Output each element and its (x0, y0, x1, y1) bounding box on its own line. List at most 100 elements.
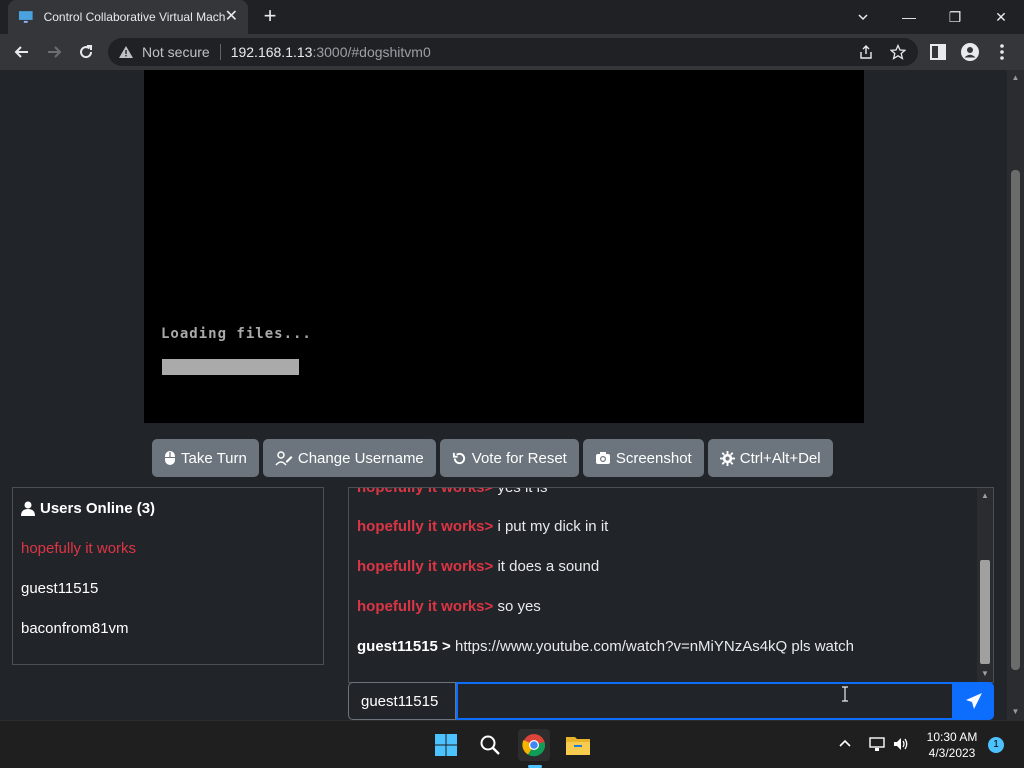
change-username-button[interactable]: Change Username (262, 439, 436, 477)
browser-tab-strip: Control Collaborative Virtual Machine ✕ … (0, 0, 1024, 34)
chat-message: hopefully it works> so yes (357, 598, 541, 615)
chat-message-text[interactable]: https://www.youtube.com/watch?v=nMiYNzAs… (455, 638, 854, 655)
tab-title: Control Collaborative Virtual Machine (43, 10, 225, 24)
restore-button[interactable]: ❐ (932, 0, 978, 34)
page-scroll-thumb[interactable] (1011, 170, 1020, 670)
users-online-panel: Users Online (3) hopefully it works gues… (12, 487, 324, 665)
chat-message-user: guest11515 > (357, 638, 451, 655)
browser-toolbar: Not secure 192.168.1.13:3000/#dogshitvm0 (0, 34, 1024, 70)
chat-message-text: yes it is (497, 487, 548, 496)
arrow-right-icon (48, 46, 62, 58)
notification-badge[interactable]: 1 (988, 737, 1004, 753)
back-button[interactable] (10, 40, 34, 64)
vm-display[interactable]: Loading files... (144, 70, 864, 423)
vm-controls: Take Turn Change Username Vote for Reset… (152, 439, 833, 477)
chevron-up-icon[interactable] (836, 735, 854, 753)
user-list-item[interactable]: baconfrom81vm (21, 620, 129, 637)
vote-reset-label: Vote for Reset (471, 449, 567, 467)
reload-icon (80, 45, 93, 59)
folder-icon (566, 737, 590, 755)
search-icon (480, 735, 500, 755)
gear-icon (719, 450, 735, 466)
file-explorer-button[interactable] (562, 729, 594, 761)
url-path: :3000/#dogshitvm0 (312, 44, 431, 60)
search-button[interactable] (474, 729, 506, 761)
windows-taskbar: 10:30 AM 4/3/2023 1 (0, 720, 1024, 768)
take-turn-label: Take Turn (181, 449, 247, 467)
mouse-icon (165, 451, 175, 465)
volume-icon[interactable] (892, 735, 910, 753)
clock-time: 10:30 AM (926, 730, 978, 744)
tab-close-icon[interactable]: ✕ (225, 9, 238, 25)
reload-button[interactable] (74, 40, 98, 64)
bookmark-star-icon[interactable] (890, 44, 906, 60)
screenshot-button[interactable]: Screenshot (582, 439, 704, 477)
user-list-item[interactable]: hopefully it works (21, 540, 136, 557)
camera-icon (595, 452, 610, 464)
address-bar[interactable]: Not secure 192.168.1.13:3000/#dogshitvm0 (108, 38, 918, 66)
chat-message-user: hopefully it works> (357, 518, 494, 535)
browser-tab[interactable]: Control Collaborative Virtual Machine ✕ (8, 0, 248, 34)
tab-search-chevron-icon[interactable] (840, 0, 886, 34)
paper-plane-icon (966, 693, 982, 709)
arrow-left-icon (14, 46, 28, 58)
monitor-favicon-icon (18, 11, 33, 23)
forward-button[interactable] (42, 40, 66, 64)
user-list-item[interactable]: guest11515 (21, 580, 98, 597)
chat-message-text: so yes (497, 598, 541, 615)
chat-scrollbar[interactable]: ▲ ▼ (977, 488, 993, 682)
chat-message: guest11515 > https://www.youtube.com/wat… (357, 638, 854, 655)
scroll-up-arrow-icon[interactable]: ▲ (980, 491, 990, 501)
take-turn-button[interactable]: Take Turn (152, 439, 259, 477)
chat-message: hopefully it works> i put my dick in it (357, 518, 608, 535)
page-content: Loading files... Take Turn Change Userna… (0, 70, 1007, 720)
scroll-up-arrow-icon[interactable]: ▲ (1011, 74, 1020, 82)
windows-logo-icon (435, 734, 457, 756)
share-icon[interactable] (858, 44, 874, 60)
user-pen-icon (275, 451, 293, 466)
scroll-down-arrow-icon[interactable]: ▼ (1011, 708, 1020, 716)
chat-message: hopefully it works> it does a sound (357, 558, 599, 575)
change-username-label: Change Username (297, 449, 424, 467)
ctrl-alt-del-button[interactable]: Ctrl+Alt+Del (707, 439, 833, 477)
chat-log: hopefully it works> yes it is hopefully … (348, 487, 994, 683)
users-online-title: Users Online (3) (40, 500, 156, 517)
chat-username-label: guest11515 (348, 682, 456, 720)
start-button[interactable] (430, 729, 462, 761)
url-host: 192.168.1.13 (230, 44, 313, 60)
chat-message-user: hopefully it works> (357, 558, 494, 575)
ctrl-alt-del-label: Ctrl+Alt+Del (739, 449, 821, 467)
warning-icon (119, 46, 133, 58)
chat-input-row: guest11515 (348, 682, 994, 720)
screenshot-label: Screenshot (615, 449, 692, 467)
send-button[interactable] (954, 682, 994, 720)
new-tab-button[interactable]: + (258, 4, 282, 28)
chat-message-input[interactable] (456, 682, 954, 720)
chat-message: hopefully it works> yes it is (357, 487, 548, 496)
chrome-taskbar-button[interactable] (518, 729, 550, 761)
chat-message-user: hopefully it works> (357, 598, 494, 615)
not-secure-label: Not secure (142, 44, 210, 60)
network-icon[interactable] (868, 735, 886, 753)
vote-reset-button[interactable]: Vote for Reset (439, 439, 579, 477)
vm-loading-progress-bar (162, 359, 299, 375)
vm-loading-text: Loading files... (161, 326, 312, 342)
chrome-icon (522, 734, 546, 757)
profile-avatar-icon[interactable] (960, 42, 980, 62)
close-window-button[interactable]: ✕ (978, 0, 1024, 34)
undo-arrow-icon (452, 452, 465, 464)
chat-message-text: i put my dick in it (497, 518, 609, 535)
user-icon (21, 501, 35, 516)
chat-scroll-thumb[interactable] (980, 560, 990, 664)
clock-date: 4/3/2023 (928, 746, 976, 760)
users-online-heading: Users Online (3) (21, 500, 155, 517)
chat-message-text: it does a sound (497, 558, 600, 575)
side-panel-icon[interactable] (928, 42, 948, 62)
system-clock[interactable]: 10:30 AM 4/3/2023 (918, 729, 986, 761)
address-separator (219, 44, 221, 60)
minimize-button[interactable]: — (886, 0, 932, 34)
page-scrollbar[interactable]: ▲ ▼ (1007, 70, 1024, 720)
scroll-down-arrow-icon[interactable]: ▼ (980, 669, 990, 679)
kebab-menu-icon[interactable] (992, 42, 1012, 62)
text-cursor-icon (842, 686, 848, 702)
